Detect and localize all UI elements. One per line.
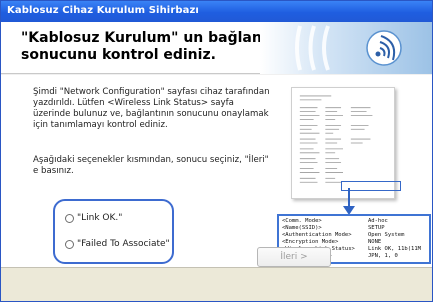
status-key: <Name(SSID)>	[282, 225, 322, 231]
option-link-ok-label: "Link OK."	[77, 213, 123, 223]
option-failed-to-associate[interactable]: "Failed To Associate"	[65, 239, 170, 249]
radio-button-icon[interactable]	[65, 213, 74, 223]
status-value: Ad-hoc	[368, 218, 388, 224]
status-row: <Comm. Mode> Ad-hoc	[282, 218, 426, 225]
header-banner: "Kablosuz Kurulum" un bağlantı sonucunu …	[1, 22, 432, 74]
radio-button-icon[interactable]	[65, 239, 74, 249]
status-key: <Comm. Mode>	[282, 218, 322, 224]
instruction-paragraph-1: Şimdi "Network Configuration" sayfası ci…	[33, 87, 270, 130]
next-button[interactable]: İleri >	[257, 247, 331, 267]
wizard-window: Kablosuz Cihaz Kurulum Sihirbazı "Kablos…	[0, 0, 433, 302]
status-key: <Authentication Mode>	[282, 232, 352, 238]
title-bar[interactable]: Kablosuz Cihaz Kurulum Sihirbazı	[1, 1, 432, 22]
status-key: <Encryption Mode>	[282, 239, 339, 245]
wizard-button-bar	[1, 267, 432, 301]
status-value: Open System	[368, 232, 405, 238]
down-arrow-icon	[343, 188, 355, 215]
option-link-ok[interactable]: "Link OK."	[65, 213, 122, 223]
page-title-line2: sonucunu kontrol ediniz.	[21, 47, 216, 63]
page-title: "Kablosuz Kurulum" un bağlantı sonucunu …	[21, 30, 273, 64]
window-title: Kablosuz Cihaz Kurulum Sihirbazı	[7, 5, 199, 16]
instruction-paragraph-2: Aşağıdaki seçenekler kısmından, sonucu s…	[33, 155, 269, 176]
result-options-group: "Link OK." "Failed To Associate"	[53, 199, 174, 264]
status-value: Link OK, 11b(11M	[368, 246, 421, 252]
page-title-line1: "Kablosuz Kurulum" un bağlantı	[21, 30, 274, 46]
status-value: JPN, 1, 0	[368, 253, 398, 259]
option-failed-to-associate-label: "Failed To Associate"	[77, 239, 170, 249]
status-value: NONE	[368, 239, 382, 245]
status-row: <Authentication Mode> Open System	[282, 232, 426, 239]
status-row: <Name(SSID)> SETUP	[282, 225, 426, 232]
status-row: <Encryption Mode> NONE	[282, 239, 426, 246]
status-value: SETUP	[368, 225, 385, 231]
wireless-signal-icon	[260, 22, 432, 74]
